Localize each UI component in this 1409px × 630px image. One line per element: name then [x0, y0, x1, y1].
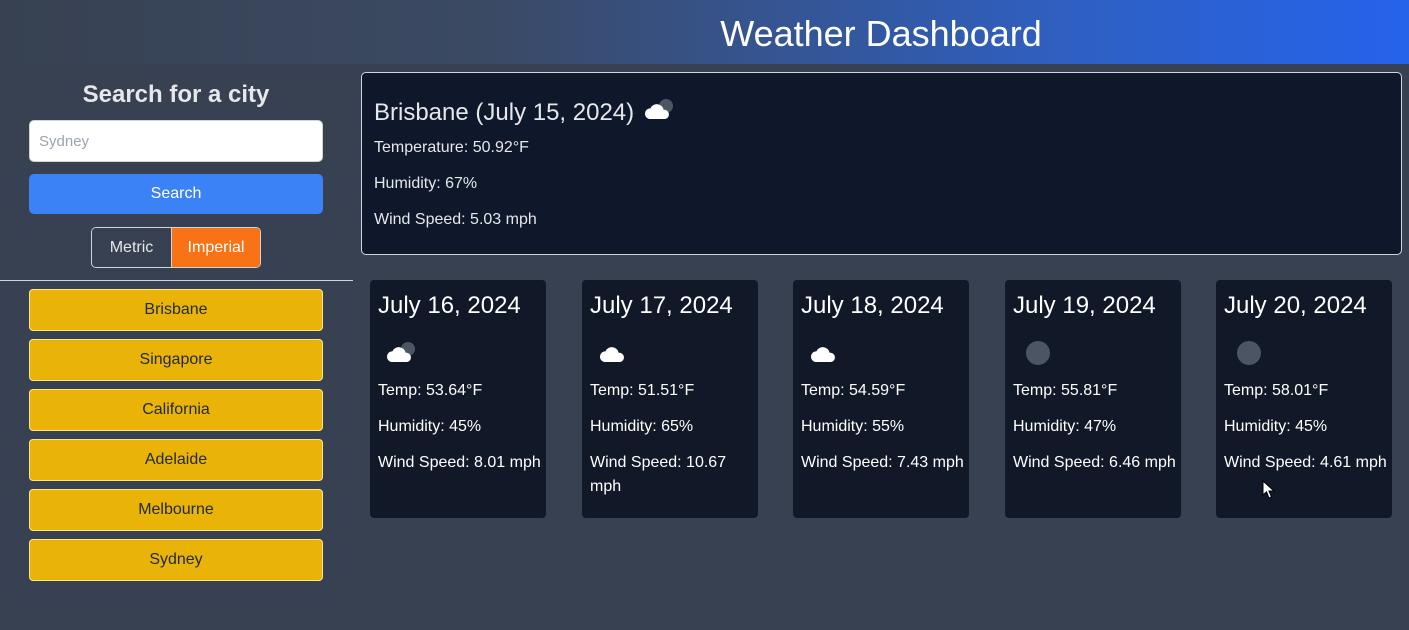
forecast-humidity: Humidity: 45% [1224, 418, 1328, 435]
unit-toggle: Metric Imperial [91, 227, 261, 268]
forecast-date: July 19, 2024 [1013, 292, 1156, 319]
forecast-date: July 16, 2024 [378, 292, 521, 319]
forecast-humidity: Humidity: 65% [590, 418, 694, 435]
forecast-temp: Temp: 55.81°F [1013, 382, 1118, 399]
history-item-california[interactable]: California [29, 389, 323, 431]
current-weather-card: Brisbane (July 15, 2024) Temperature: 50… [361, 72, 1402, 255]
history-item-melbourne[interactable]: Melbourne [29, 489, 323, 531]
forecast-wind-speed: Wind Speed: 8.01 mph [378, 454, 541, 471]
search-history: Brisbane Singapore California Adelaide M… [29, 289, 323, 589]
moon-icon [1230, 338, 1266, 371]
forecast-card: July 19, 2024 Temp: 55.81°F Humidity: 47… [1005, 280, 1181, 518]
metric-button[interactable]: Metric [92, 228, 171, 267]
forecast-temp: Temp: 53.64°F [378, 382, 483, 399]
forecast-date: July 20, 2024 [1224, 292, 1367, 319]
current-wind-speed: Wind Speed: 5.03 mph [374, 211, 537, 228]
history-item-singapore[interactable]: Singapore [29, 339, 323, 381]
page-title: Weather Dashboard [720, 13, 1042, 54]
forecast-wind-speed: Wind Speed: 10.67 mph [590, 454, 727, 495]
mouse-pointer-icon [1262, 479, 1276, 505]
current-weather-title: Brisbane (July 15, 2024) [374, 99, 635, 126]
imperial-button[interactable]: Imperial [171, 228, 260, 267]
forecast-card: July 17, 2024 Temp: 51.51°F Humidity: 65… [582, 280, 758, 518]
city-search-input[interactable] [29, 120, 323, 162]
history-item-adelaide[interactable]: Adelaide [29, 439, 323, 481]
current-temperature: Temperature: 50.92°F [374, 139, 529, 156]
history-item-brisbane[interactable]: Brisbane [29, 289, 323, 331]
moon-icon [1019, 338, 1055, 371]
forecast-card: July 18, 2024 Temp: 54.59°F Humidity: 55… [793, 280, 969, 518]
forecast-wind-speed: Wind Speed: 7.43 mph [801, 454, 964, 471]
app-header: Weather Dashboard [0, 0, 1409, 64]
current-weather-heading: Brisbane (July 15, 2024) [374, 95, 678, 131]
cloud-icon [807, 338, 843, 371]
forecast-temp: Temp: 54.59°F [801, 382, 906, 399]
search-title: Search for a city [82, 81, 270, 108]
forecast-date: July 18, 2024 [801, 292, 944, 319]
forecast-temp: Temp: 51.51°F [590, 382, 695, 399]
forecast-wind-speed: Wind Speed: 6.46 mph [1013, 454, 1176, 471]
forecast-humidity: Humidity: 47% [1013, 418, 1117, 435]
forecast-wind-speed: Wind Speed: 4.61 mph [1224, 454, 1387, 471]
forecast-card: July 16, 2024 Temp: 53.64°F Humidity: 45… [370, 280, 546, 518]
sidebar: Search for a city Search Metric Imperial… [0, 64, 353, 630]
forecast-card: July 20, 2024 Temp: 58.01°F Humidity: 45… [1216, 280, 1392, 518]
forecast-date: July 17, 2024 [590, 292, 733, 319]
forecast-humidity: Humidity: 55% [801, 418, 905, 435]
cloud-icon [596, 338, 632, 371]
forecast-temp: Temp: 58.01°F [1224, 382, 1329, 399]
cloud-night-icon [384, 338, 420, 371]
forecast-humidity: Humidity: 45% [378, 418, 482, 435]
history-item-sydney[interactable]: Sydney [29, 539, 323, 581]
current-humidity: Humidity: 67% [374, 175, 478, 192]
sidebar-divider [0, 280, 353, 281]
search-button[interactable]: Search [29, 174, 323, 214]
cloud-night-icon [642, 95, 678, 131]
